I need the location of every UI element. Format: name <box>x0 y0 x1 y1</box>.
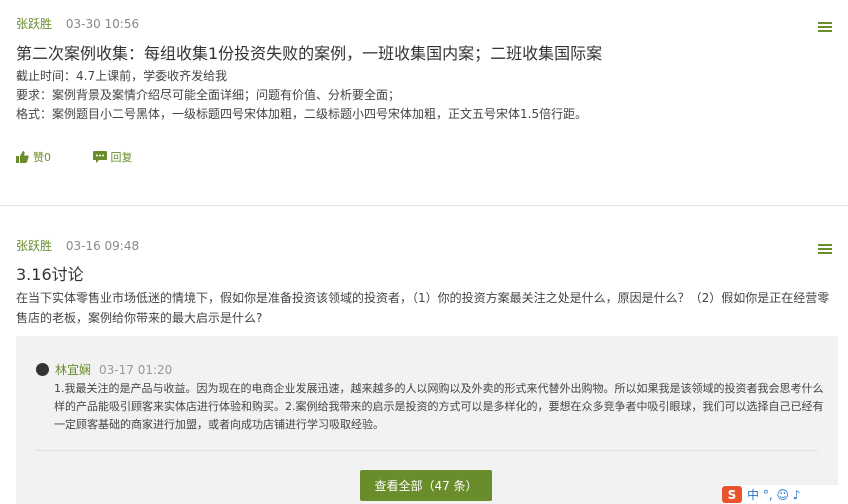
post-time: 03-30 10:56 <box>65 17 140 31</box>
menu-icon[interactable] <box>818 244 832 255</box>
post-line: 格式：案例题目小二号黑体，一级标题四号宋体加粗，二级标题小四号宋体加粗，正文五号… <box>16 107 588 121</box>
post-time: 03-16 09:48 <box>65 239 140 253</box>
reply-author[interactable]: 林宜娴 <box>55 361 91 378</box>
post-meta: 张跃胜 03-30 10:56 <box>16 15 139 32</box>
post-line: 要求：案例背景及案情介绍尽可能全面详细；问题有价值、分析要全面； <box>16 88 401 102</box>
reply-time: 03-17 01:20 <box>99 362 173 377</box>
author-name[interactable]: 张跃胜 <box>16 239 52 253</box>
post-meta: 张跃胜 03-16 09:48 <box>16 237 139 254</box>
post-card: 张跃胜 03-30 10:56 第二次案例收集：每组收集1份投资失败的案例，一班… <box>0 0 848 206</box>
post-card: 张跃胜 03-16 09:48 3.16讨论 在当下实体零售业市场低迷的情境下，… <box>0 206 848 504</box>
post-title: 3.16讨论 <box>16 265 84 284</box>
view-all-button[interactable]: 查看全部（47 条） <box>360 470 492 501</box>
post-body: 在当下实体零售业市场低迷的情境下，假如你是准备投资该领域的投资者，（1）你的投资… <box>16 291 830 325</box>
reply-section: 林宜娴 03-17 01:20 1.我最关注的是产品与收益。因为现在的电商企业发… <box>16 336 838 504</box>
ime-status[interactable]: 中 °, ☺ ♪ <box>747 486 800 503</box>
comment-icon <box>92 151 107 163</box>
like-button[interactable]: 赞0 <box>16 149 51 165</box>
reply-label: 回复 <box>110 151 133 164</box>
author-name[interactable]: 张跃胜 <box>16 17 52 31</box>
ime-toolbar[interactable]: S 中 °, ☺ ♪ <box>722 485 848 504</box>
post-title: 第二次案例收集：每组收集1份投资失败的案例，一班收集国内案；二班收集国际案 <box>16 44 603 63</box>
avatar <box>36 363 49 376</box>
post-line: 截止时间：4.7上课前，学委收齐发给我 <box>16 69 228 83</box>
like-count: 赞0 <box>33 151 51 164</box>
thumbs-up-icon <box>16 151 29 163</box>
reply-button[interactable]: 回复 <box>92 149 133 165</box>
menu-icon[interactable] <box>818 22 832 33</box>
sogou-logo-icon[interactable]: S <box>722 486 742 503</box>
divider <box>36 450 818 451</box>
reply-meta: 林宜娴 03-17 01:20 <box>36 361 172 378</box>
reply-text: 1.我最关注的是产品与收益。因为现在的电商企业发展迅速，越来越多的人以网购以及外… <box>54 382 824 431</box>
post-actions: 赞0 回复 <box>16 149 171 166</box>
